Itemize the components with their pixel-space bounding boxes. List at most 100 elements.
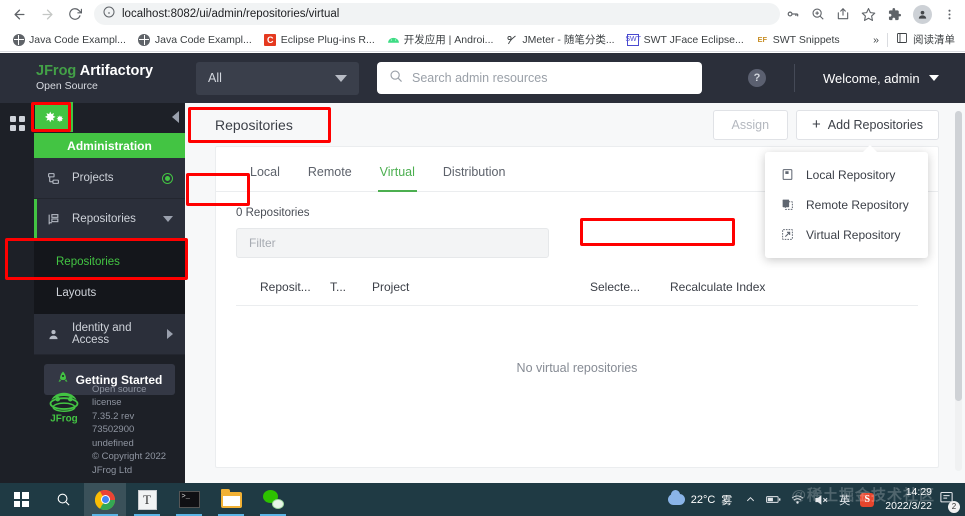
admin-search-input[interactable]: Search admin resources xyxy=(377,62,702,94)
logo-brand: JFrog xyxy=(36,63,77,80)
bookmark-label: SWT JFace Eclipse... xyxy=(643,33,744,46)
back-button[interactable] xyxy=(6,2,32,26)
profile-avatar[interactable] xyxy=(913,4,932,24)
address-bar[interactable]: localhost:8082/ui/admin/repositories/vir… xyxy=(94,3,780,25)
gear-icon[interactable]: ✸✸ xyxy=(35,102,73,132)
browser-menu-icon[interactable] xyxy=(943,8,956,21)
dropdown-item-remote-repository[interactable]: Remote Repository xyxy=(765,190,928,220)
password-key-icon[interactable] xyxy=(786,7,800,21)
tab-distribution[interactable]: Distribution xyxy=(429,165,520,191)
chevron-up-icon[interactable] xyxy=(740,494,761,505)
bookmark-star-icon[interactable] xyxy=(861,7,876,22)
ime-language-indicator[interactable]: 英 xyxy=(834,492,855,508)
tab-virtual[interactable]: Virtual xyxy=(366,165,429,192)
url-text: localhost:8082/ui/admin/repositories/vir… xyxy=(122,8,340,20)
wifi-icon[interactable] xyxy=(786,494,809,505)
app-body: ✸✸ Administration Projects Repositories … xyxy=(0,102,965,483)
license-line: 7.35.2 rev 73502900 xyxy=(92,410,135,436)
bookmark-item[interactable]: 开发应用 | Androi... xyxy=(381,30,500,49)
apps-grid-icon[interactable] xyxy=(9,116,25,131)
assign-button[interactable]: Assign xyxy=(712,109,789,140)
bookmark-item[interactable]: EF SWT Snippets xyxy=(750,31,846,48)
extensions-icon[interactable] xyxy=(887,7,902,22)
bookmark-label: Eclipse Plug-ins R... xyxy=(280,33,375,46)
repositories-icon xyxy=(46,213,61,226)
vertical-scrollbar[interactable] xyxy=(955,111,962,471)
dropdown-item-virtual-repository[interactable]: Virtual Repository xyxy=(765,220,928,250)
weather-widget[interactable]: 22°C 雾 xyxy=(660,490,741,508)
bookmarks-overflow: » 阅读清单 xyxy=(873,32,959,47)
bookmark-item[interactable]: Java Code Exampl... xyxy=(6,31,132,48)
target-dot-icon xyxy=(162,172,173,184)
taskbar-search-button[interactable] xyxy=(42,483,84,516)
sidebar-item-identity-and-access[interactable]: Identity and Access xyxy=(34,314,185,355)
bookmark-label: JMeter - 随笔分类... xyxy=(522,34,615,46)
terminal-icon: >_ xyxy=(178,491,200,508)
column-header-repository[interactable]: Reposit... xyxy=(260,280,330,294)
module-rail xyxy=(0,103,34,483)
license-text: Open source license 7.35.2 rev 73502900 … xyxy=(92,383,175,477)
admin-icon-row: ✸✸ xyxy=(34,102,185,133)
gear-glyph: ✸✸ xyxy=(44,109,64,125)
reading-list-label: 阅读清单 xyxy=(913,34,955,46)
license-footer: JFrog Open source license 7.35.2 rev 735… xyxy=(34,383,185,477)
app-logo[interactable]: JFrog Artifactory Open Source xyxy=(18,64,188,91)
windows-taskbar: T >_ 22°C 雾 英 S 14:29 2022/3/22 2 @稀土掘金技… xyxy=(0,483,965,516)
divider xyxy=(794,64,795,92)
scope-select[interactable]: All xyxy=(196,61,359,95)
bookmark-item[interactable]: Java Code Exampl... xyxy=(132,31,258,48)
column-header-recalculate-index[interactable]: Recalculate Index xyxy=(670,280,810,294)
filter-placeholder: Filter xyxy=(249,236,276,250)
tab-local[interactable]: Local xyxy=(236,165,294,191)
bookmark-item[interactable]: C Eclipse Plug-ins R... xyxy=(258,31,381,48)
add-repositories-button[interactable]: + Add Repositories xyxy=(796,109,939,140)
sidebar-subitem-repositories[interactable]: Repositories xyxy=(34,246,185,277)
taskbar-app-terminal[interactable]: >_ xyxy=(168,483,210,516)
sidebar-item-projects[interactable]: Projects xyxy=(34,158,185,199)
dropdown-item-local-repository[interactable]: Local Repository xyxy=(765,160,928,190)
reload-button[interactable] xyxy=(62,2,88,26)
local-repo-icon xyxy=(779,168,795,181)
column-header-project[interactable]: Project xyxy=(372,280,590,294)
notification-center-button[interactable]: 2 xyxy=(939,490,961,513)
reading-list-button[interactable]: 阅读清单 xyxy=(896,32,955,47)
sidebar-sublabel: Repositories xyxy=(56,255,120,268)
bookmark-label: 开发应用 | Androi... xyxy=(403,34,494,46)
filter-input[interactable]: Filter xyxy=(236,228,549,258)
bookmark-item[interactable]: SWT SWT JFace Eclipse... xyxy=(621,31,750,48)
taskbar-app-file-explorer[interactable] xyxy=(210,483,252,516)
column-header-selected[interactable]: Selecte... xyxy=(590,280,670,294)
add-repository-dropdown: Local Repository Remote Repository Virtu… xyxy=(765,144,928,258)
start-button[interactable] xyxy=(0,483,42,516)
battery-icon[interactable] xyxy=(761,494,786,505)
forward-button[interactable] xyxy=(34,2,60,26)
help-icon[interactable]: ? xyxy=(748,69,766,87)
ef-icon: EF xyxy=(757,35,768,44)
taskbar-app-text-editor[interactable]: T xyxy=(126,483,168,516)
clock-date: 2022/3/22 xyxy=(885,499,932,512)
tab-remote[interactable]: Remote xyxy=(294,165,366,191)
clock-widget[interactable]: 14:29 2022/3/22 xyxy=(879,486,939,512)
collapse-sidebar-icon[interactable] xyxy=(172,111,179,123)
column-header-type[interactable]: T... xyxy=(330,280,372,294)
sidebar-subitem-layouts[interactable]: Layouts xyxy=(34,277,185,308)
overflow-chevron[interactable]: » xyxy=(873,34,879,46)
empty-state-message: No virtual repositories xyxy=(516,361,638,375)
android-icon xyxy=(387,33,400,46)
share-icon[interactable] xyxy=(836,7,850,21)
sidebar-label: Projects xyxy=(72,172,114,184)
zoom-icon[interactable] xyxy=(811,7,825,21)
sogou-ime-icon[interactable]: S xyxy=(855,492,879,507)
notification-badge: 2 xyxy=(948,500,960,513)
svg-text:JFrog: JFrog xyxy=(50,413,77,424)
site-info-icon[interactable] xyxy=(103,5,115,23)
volume-muted-icon[interactable] xyxy=(809,494,834,506)
user-menu[interactable]: Welcome, admin xyxy=(823,71,939,86)
globe-icon xyxy=(138,33,151,46)
taskbar-app-chrome[interactable] xyxy=(84,483,126,516)
sidebar-item-repositories[interactable]: Repositories xyxy=(34,199,185,240)
license-line: undefined xyxy=(92,437,134,449)
bookmark-item[interactable]: JMeter - 随笔分类... xyxy=(499,30,620,49)
dropdown-label: Virtual Repository xyxy=(806,227,901,242)
taskbar-app-wechat[interactable] xyxy=(252,483,294,516)
